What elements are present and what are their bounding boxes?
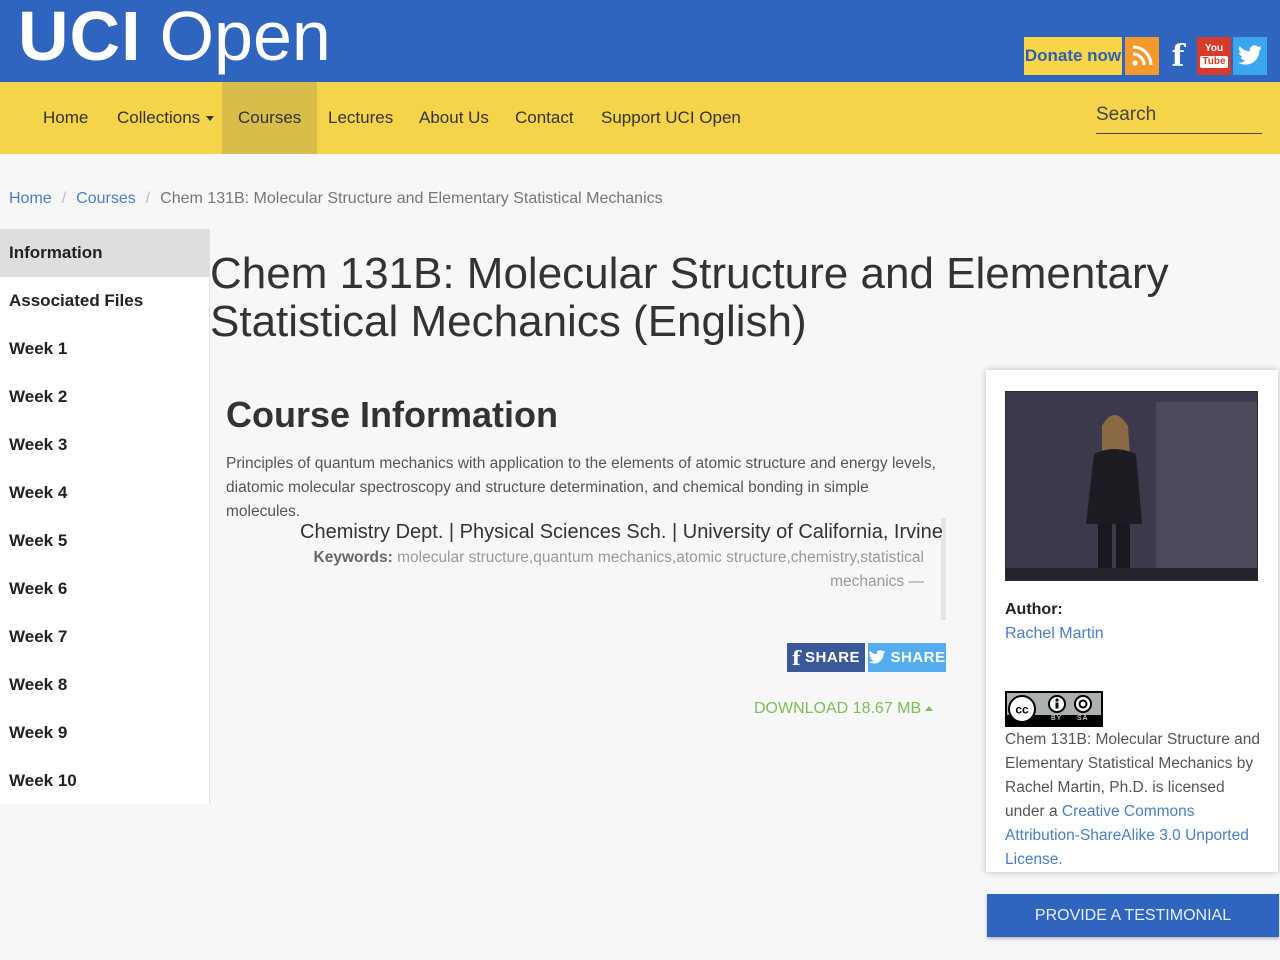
- course-meta: Chemistry Dept. | Physical Sciences Sch.…: [300, 518, 946, 620]
- sidebar-item-week-9[interactable]: Week 9: [0, 709, 209, 757]
- breadcrumb-current: Chem 131B: Molecular Structure and Eleme…: [160, 190, 663, 207]
- sidebar-item-week-3[interactable]: Week 3: [0, 421, 209, 469]
- twitter-icon: [868, 650, 886, 665]
- share-label: SHARE: [805, 649, 861, 666]
- uci-open-logo[interactable]: UCI Open: [18, 0, 331, 76]
- donate-button[interactable]: Donate now: [1024, 37, 1122, 75]
- sidebar-item-week-8[interactable]: Week 8: [0, 661, 209, 709]
- youtube-icon[interactable]: You Tube: [1197, 37, 1231, 75]
- youtube-icon-top: You: [1204, 43, 1224, 54]
- sidebar-item-week-10[interactable]: Week 10: [0, 757, 209, 805]
- author-card: Author: Rachel Martin cc BY SA Chem 131B…: [986, 370, 1278, 872]
- sidebar-item-week-1[interactable]: Week 1: [0, 325, 209, 373]
- cc-sa-label: SA: [1077, 715, 1089, 722]
- nav-collections-label: Collections: [117, 108, 201, 127]
- share-label: SHARE: [890, 649, 946, 666]
- course-sidebar: Information Associated Files Week 1 Week…: [0, 229, 210, 804]
- site-header: UCI Open Donate now f You Tube: [0, 0, 1280, 82]
- svg-text:cc: cc: [1015, 703, 1029, 717]
- nav-lectures[interactable]: Lectures: [328, 82, 393, 154]
- caret-up-icon: [925, 706, 934, 712]
- breadcrumb: Home / Courses / Chem 131B: Molecular Struct…: [9, 190, 663, 208]
- keywords-label: Keywords:: [313, 549, 393, 566]
- creative-commons-icon[interactable]: cc BY SA: [1005, 691, 1103, 727]
- nav-support[interactable]: Support UCI Open: [601, 82, 741, 154]
- breadcrumb-home[interactable]: Home: [9, 190, 52, 207]
- nav-courses[interactable]: Courses: [222, 82, 318, 154]
- breadcrumb-separator: /: [61, 190, 67, 207]
- download-link[interactable]: DOWNLOAD 18.67 MB: [754, 700, 934, 718]
- provide-testimonial-button[interactable]: PROVIDE A TESTIMONIAL: [987, 894, 1279, 937]
- keywords-value: molecular structure,quantum mechanics,at…: [397, 549, 924, 590]
- author-label: Author:: [1005, 601, 1063, 618]
- department-line: Chemistry Dept. | Physical Sciences Sch.…: [300, 521, 943, 543]
- breadcrumb-separator: /: [145, 190, 151, 207]
- cc-by-label: BY: [1051, 715, 1063, 722]
- section-title: Course Information: [226, 394, 559, 435]
- course-description: Principles of quantum mechanics with app…: [226, 455, 936, 520]
- lecture-video-thumbnail[interactable]: [1005, 391, 1258, 581]
- facebook-icon: f: [791, 645, 802, 670]
- twitter-icon[interactable]: [1233, 37, 1267, 75]
- logo-uci: UCI: [18, 0, 142, 75]
- main-nav: Home Collections Courses Lectures About …: [0, 82, 1280, 154]
- breadcrumb-courses[interactable]: Courses: [76, 190, 136, 207]
- twitter-share-button[interactable]: SHARE: [868, 643, 946, 672]
- sidebar-item-week-5[interactable]: Week 5: [0, 517, 209, 565]
- keywords: Keywords: molecular structure,quantum me…: [300, 546, 924, 594]
- rss-icon[interactable]: [1125, 37, 1159, 75]
- sidebar-item-week-2[interactable]: Week 2: [0, 373, 209, 421]
- sidebar-item-information[interactable]: Information: [0, 229, 209, 277]
- page-title: Chem 131B: Molecular Structure and Eleme…: [210, 249, 1169, 346]
- nav-about-us[interactable]: About Us: [419, 82, 489, 154]
- search-input[interactable]: Search: [1096, 104, 1262, 134]
- download-label: DOWNLOAD 18.67 MB: [754, 700, 922, 717]
- sidebar-item-week-4[interactable]: Week 4: [0, 469, 209, 517]
- facebook-icon[interactable]: f: [1161, 37, 1195, 75]
- logo-open: Open: [159, 0, 331, 75]
- sidebar-item-associated-files[interactable]: Associated Files: [0, 277, 209, 325]
- license-text: Chem 131B: Molecular Structure and Eleme…: [1005, 728, 1265, 872]
- chevron-down-icon: [206, 115, 215, 121]
- youtube-icon-bottom: Tube: [1200, 56, 1228, 68]
- nav-contact[interactable]: Contact: [515, 82, 574, 154]
- author-link[interactable]: Rachel Martin: [1005, 625, 1104, 643]
- nav-collections[interactable]: Collections: [117, 82, 215, 154]
- sidebar-item-week-6[interactable]: Week 6: [0, 565, 209, 613]
- sidebar-item-week-7[interactable]: Week 7: [0, 613, 209, 661]
- facebook-share-button[interactable]: f SHARE: [787, 643, 865, 672]
- nav-home[interactable]: Home: [43, 82, 88, 154]
